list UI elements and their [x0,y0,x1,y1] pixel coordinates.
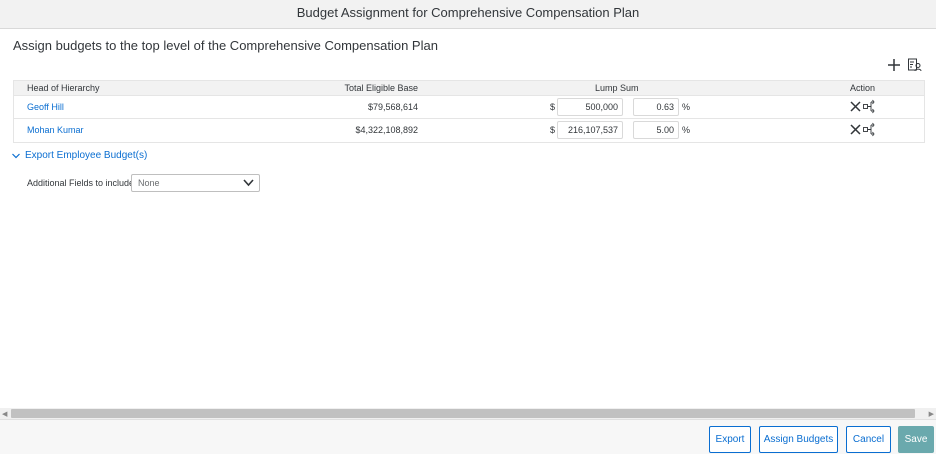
lump-sum-amount-input[interactable] [557,121,623,139]
currency-symbol: $ [550,125,556,135]
lump-sum-amount-input[interactable] [557,98,623,116]
dialog-title: Budget Assignment for Comprehensive Comp… [0,0,936,29]
total-eligible-base-value: $4,322,108,892 [355,125,418,135]
table-header: Head of Hierarchy Total Eligible Base Lu… [14,81,924,96]
hierarchy-icon[interactable] [863,122,877,137]
dialog-footer: Export Assign Budgets Cancel Save [0,419,936,454]
col-action: Action [850,83,876,93]
assign-budgets-button[interactable]: Assign Budgets [759,426,838,453]
table-row: Mohan Kumar $4,322,108,892 $ % [14,119,924,142]
lump-sum-percent-input[interactable] [633,121,679,139]
additional-fields-label: Additional Fields to include [27,178,135,188]
person-list-button[interactable] [907,57,923,73]
hierarchy-head-link[interactable]: Geoff Hill [27,102,64,112]
delete-icon[interactable] [850,101,861,112]
total-eligible-base-value: $79,568,614 [367,102,418,112]
percent-sign: % [682,125,691,135]
table-row: Geoff Hill $79,568,614 $ % [14,96,924,119]
chevron-down-icon [12,153,20,158]
currency-symbol: $ [550,102,556,112]
select-value: None [138,178,160,188]
scroll-right-icon[interactable]: ▶ [929,410,934,418]
scrollbar-thumb[interactable] [11,409,915,418]
percent-sign: % [682,102,691,112]
delete-icon[interactable] [850,124,861,135]
col-total-eligible-base: Total Eligible Base [344,83,418,93]
scroll-left-icon[interactable]: ◀ [2,410,7,418]
hierarchy-head-link[interactable]: Mohan Kumar [27,125,84,135]
plus-icon [888,59,900,71]
col-lump-sum: Lump Sum [595,83,639,93]
chevron-down-icon [243,179,254,187]
hierarchy-icon[interactable] [863,99,877,114]
person-list-icon [908,58,922,72]
export-toggle-label: Export Employee Budget(s) [25,150,148,161]
lump-sum-percent-input[interactable] [633,98,679,116]
additional-fields-select[interactable]: None [131,174,260,192]
cancel-button[interactable]: Cancel [846,426,891,453]
horizontal-scrollbar[interactable]: ◀ ▶ [0,408,936,419]
budget-table: Head of Hierarchy Total Eligible Base Lu… [13,80,925,143]
save-button[interactable]: Save [898,426,934,453]
export-button[interactable]: Export [709,426,751,453]
export-budget-toggle[interactable]: Export Employee Budget(s) [12,150,147,161]
page-subtitle: Assign budgets to the top level of the C… [13,38,438,53]
col-head-of-hierarchy: Head of Hierarchy [27,83,100,93]
add-button[interactable] [886,57,902,73]
